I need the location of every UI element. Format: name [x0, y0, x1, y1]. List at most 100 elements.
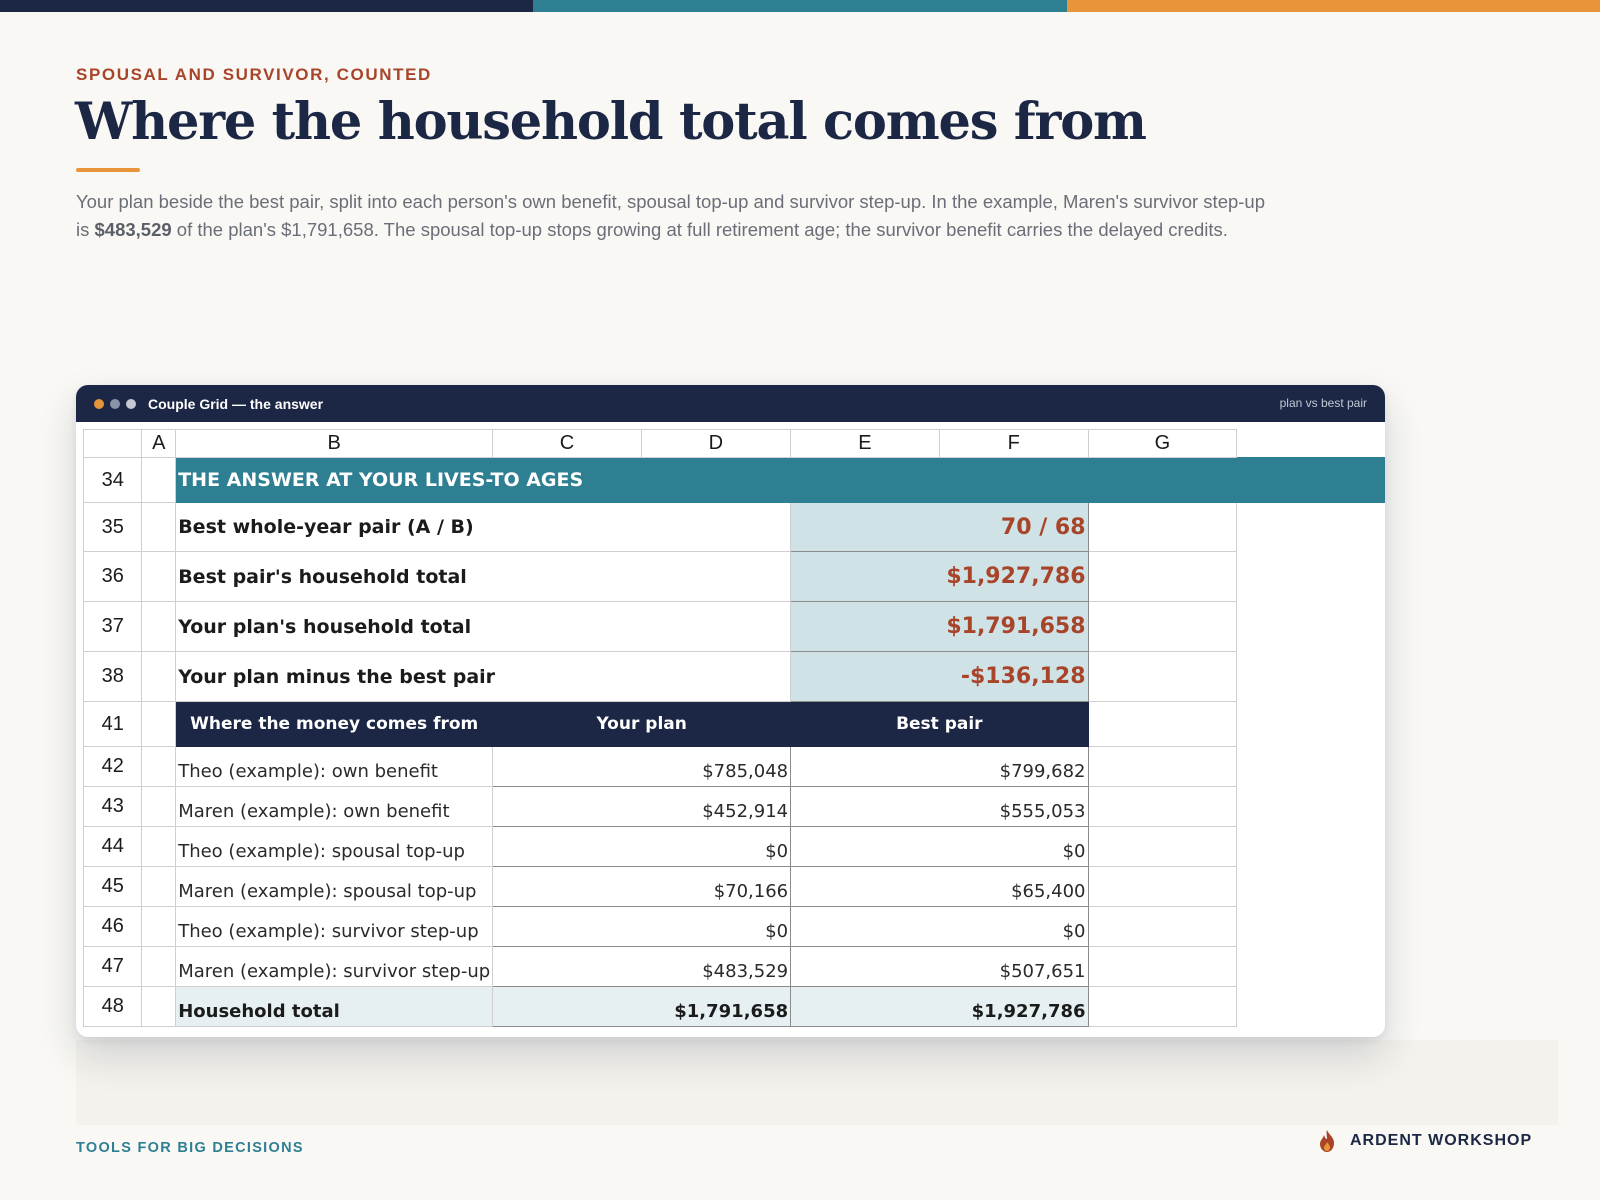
- row-header[interactable]: 48: [82, 986, 143, 1027]
- cell[interactable]: [141, 551, 177, 602]
- window-dot-light[interactable]: [126, 398, 136, 409]
- cell[interactable]: [1087, 946, 1238, 987]
- cell[interactable]: [1087, 651, 1238, 702]
- cell[interactable]: [141, 786, 177, 827]
- answer-value[interactable]: $1,791,658: [790, 601, 1089, 652]
- grid-edge: [1237, 430, 1385, 458]
- window-titlebar: Couple Grid — the answer plan vs best pa…: [76, 385, 1385, 422]
- section-band[interactable]: THE ANSWER AT YOUR LIVES-TO AGES: [175, 457, 1238, 503]
- answer-label[interactable]: Your plan minus the best pair: [175, 651, 792, 702]
- best-value[interactable]: $0: [790, 826, 1089, 867]
- top-accent-bar: [0, 0, 1600, 12]
- best-value[interactable]: $799,682: [790, 746, 1089, 787]
- plan-value[interactable]: $0: [492, 826, 792, 867]
- plan-value[interactable]: $0: [492, 906, 792, 947]
- answer-value[interactable]: -$136,128: [790, 651, 1089, 702]
- total-best-value[interactable]: $1,927,786: [790, 986, 1089, 1027]
- cell[interactable]: [141, 457, 177, 503]
- plan-value[interactable]: $483,529: [492, 946, 792, 987]
- row-header[interactable]: 36: [82, 551, 143, 602]
- cell[interactable]: [1087, 746, 1238, 787]
- window-dot-gray[interactable]: [110, 398, 120, 409]
- cell[interactable]: [1087, 826, 1238, 867]
- cell[interactable]: [141, 986, 177, 1027]
- cell[interactable]: [1087, 986, 1238, 1027]
- spreadsheet-grid: A B C D E F G 34 THE ANSWER AT YOUR LIVE…: [82, 429, 1385, 1027]
- answer-value[interactable]: $1,927,786: [790, 551, 1089, 602]
- corner-cell[interactable]: [82, 429, 143, 458]
- cell[interactable]: [141, 746, 177, 787]
- row-header[interactable]: 45: [82, 866, 143, 907]
- column-header-g[interactable]: G: [1087, 429, 1238, 458]
- row-header[interactable]: 35: [82, 502, 143, 552]
- row-header[interactable]: 42: [82, 746, 143, 787]
- total-label[interactable]: Household total: [175, 986, 494, 1027]
- cell[interactable]: [1087, 502, 1238, 552]
- cell[interactable]: [141, 651, 177, 702]
- source-name[interactable]: Maren (example): survivor step-up: [175, 946, 494, 987]
- plan-value[interactable]: $70,166: [492, 866, 792, 907]
- answer-label[interactable]: Your plan's household total: [175, 601, 792, 652]
- column-header-d[interactable]: D: [640, 429, 792, 458]
- source-name[interactable]: Theo (example): spousal top-up: [175, 826, 494, 867]
- cell[interactable]: [1087, 601, 1238, 652]
- row-header[interactable]: 38: [82, 651, 143, 702]
- cell[interactable]: [141, 601, 177, 652]
- cell[interactable]: [141, 826, 177, 867]
- row-header[interactable]: 43: [82, 786, 143, 827]
- brand-name: ARDENT WORKSHOP: [1350, 1132, 1533, 1149]
- row-header[interactable]: 37: [82, 601, 143, 652]
- best-value[interactable]: $555,053: [790, 786, 1089, 827]
- row-header[interactable]: 34: [82, 457, 143, 503]
- accent-orange: [1066, 0, 1600, 12]
- cell[interactable]: [1087, 701, 1238, 747]
- source-name[interactable]: Theo (example): survivor step-up: [175, 906, 494, 947]
- grid-edge: [1236, 502, 1385, 552]
- total-plan-value[interactable]: $1,791,658: [492, 986, 792, 1027]
- answer-value[interactable]: 70 / 68: [790, 502, 1089, 552]
- best-value[interactable]: $65,400: [790, 866, 1089, 907]
- section-band-overflow: [1236, 457, 1385, 503]
- row-header[interactable]: 46: [82, 906, 143, 947]
- table-row: 43 Maren (example): own benefit $452,914…: [82, 786, 1385, 827]
- column-header-c[interactable]: C: [492, 429, 642, 458]
- row-header[interactable]: 47: [82, 946, 143, 987]
- grid-edge: [1236, 701, 1385, 747]
- cell[interactable]: [141, 946, 177, 987]
- table-row: 35 Best whole-year pair (A / B) 70 / 68: [82, 502, 1385, 552]
- column-header-e[interactable]: E: [790, 429, 940, 458]
- cell[interactable]: [141, 701, 177, 747]
- title-underline: [76, 168, 140, 172]
- detail-header-your-plan[interactable]: Your plan: [492, 701, 792, 747]
- cell[interactable]: [1087, 786, 1238, 827]
- column-header-f[interactable]: F: [938, 429, 1089, 458]
- window-dot-orange[interactable]: [94, 398, 104, 409]
- answer-label[interactable]: Best whole-year pair (A / B): [175, 502, 792, 552]
- answer-label[interactable]: Best pair's household total: [175, 551, 792, 602]
- best-value[interactable]: $0: [790, 906, 1089, 947]
- grid-edge: [1236, 866, 1385, 907]
- table-row: 44 Theo (example): spousal top-up $0 $0: [82, 826, 1385, 867]
- detail-header-source[interactable]: Where the money comes from: [175, 701, 494, 747]
- cell[interactable]: [141, 502, 177, 552]
- cell[interactable]: [1087, 906, 1238, 947]
- detail-header-best-pair[interactable]: Best pair: [790, 701, 1089, 747]
- plan-value[interactable]: $452,914: [492, 786, 792, 827]
- row-header[interactable]: 41: [82, 701, 143, 747]
- plan-value[interactable]: $785,048: [492, 746, 792, 787]
- cell[interactable]: [1087, 551, 1238, 602]
- flame-icon: [1320, 1130, 1334, 1152]
- source-name[interactable]: Theo (example): own benefit: [175, 746, 494, 787]
- cell[interactable]: [141, 866, 177, 907]
- accent-navy: [0, 0, 534, 12]
- column-header-b[interactable]: B: [175, 429, 494, 458]
- source-name[interactable]: Maren (example): spousal top-up: [175, 866, 494, 907]
- best-value[interactable]: $507,651: [790, 946, 1089, 987]
- column-header-a[interactable]: A: [141, 429, 177, 458]
- eyebrow: SPOUSAL AND SURVIVOR, COUNTED: [76, 65, 432, 84]
- source-name[interactable]: Maren (example): own benefit: [175, 786, 494, 827]
- cell[interactable]: [1087, 866, 1238, 907]
- grid-edge: [1236, 826, 1385, 867]
- cell[interactable]: [141, 906, 177, 947]
- row-header[interactable]: 44: [82, 826, 143, 867]
